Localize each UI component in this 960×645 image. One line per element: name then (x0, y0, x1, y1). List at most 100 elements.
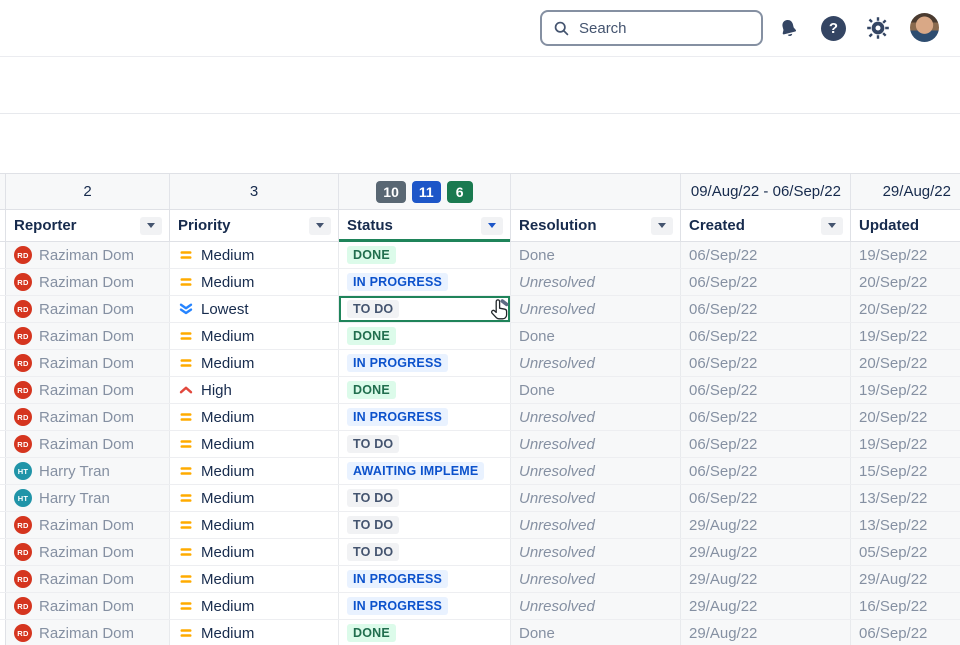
created-cell[interactable]: 06/Sep/22 (681, 458, 851, 484)
status-cell[interactable]: AWAITING IMPLEME (339, 458, 511, 484)
settings-gear-icon[interactable] (866, 16, 890, 40)
updated-cell[interactable]: 05/Sep/22 (851, 539, 960, 565)
reporter-cell[interactable]: RD Raziman Dom (6, 512, 170, 538)
updated-cell[interactable]: 20/Sep/22 (851, 269, 960, 295)
updated-cell[interactable]: 20/Sep/22 (851, 350, 960, 376)
status-cell[interactable]: DONE (339, 242, 511, 268)
filter-button[interactable] (309, 217, 331, 235)
priority-cell[interactable]: Medium (170, 458, 339, 484)
priority-cell[interactable]: Medium (170, 242, 339, 268)
status-cell[interactable]: DONE (339, 620, 511, 645)
reporter-cell[interactable]: HT Harry Tran (6, 485, 170, 511)
resolution-cell[interactable]: Unresolved (511, 404, 681, 430)
created-cell[interactable]: 29/Aug/22 (681, 512, 851, 538)
reporter-cell[interactable]: RD Raziman Dom (6, 350, 170, 376)
priority-cell[interactable]: High (170, 377, 339, 403)
column-header-status[interactable]: Status (339, 210, 511, 241)
global-search-input[interactable]: Search (540, 10, 763, 46)
priority-cell[interactable]: Medium (170, 539, 339, 565)
status-cell[interactable]: DONE (339, 323, 511, 349)
created-cell[interactable]: 29/Aug/22 (681, 620, 851, 645)
resolution-cell[interactable]: Unresolved (511, 512, 681, 538)
reporter-cell[interactable]: RD Raziman Dom (6, 269, 170, 295)
filter-button[interactable] (821, 217, 843, 235)
updated-cell[interactable]: 19/Sep/22 (851, 377, 960, 403)
updated-cell[interactable]: 19/Sep/22 (851, 242, 960, 268)
status-cell[interactable]: IN PROGRESS (339, 269, 511, 295)
reporter-cell[interactable]: HT Harry Tran (6, 458, 170, 484)
status-cell[interactable]: TO DO (339, 512, 511, 538)
resolution-cell[interactable]: Unresolved (511, 350, 681, 376)
priority-cell[interactable]: Medium (170, 431, 339, 457)
filter-button[interactable] (140, 217, 162, 235)
status-cell[interactable]: TO DO (339, 539, 511, 565)
column-header-reporter[interactable]: Reporter (6, 210, 170, 241)
resolution-cell[interactable]: Unresolved (511, 485, 681, 511)
updated-cell[interactable]: 13/Sep/22 (851, 485, 960, 511)
help-icon[interactable]: ? (821, 16, 846, 41)
created-cell[interactable]: 06/Sep/22 (681, 269, 851, 295)
created-cell[interactable]: 06/Sep/22 (681, 242, 851, 268)
resolution-cell[interactable]: Unresolved (511, 539, 681, 565)
status-cell[interactable]: DONE (339, 377, 511, 403)
status-cell[interactable]: IN PROGRESS (339, 404, 511, 430)
reporter-cell[interactable]: RD Raziman Dom (6, 323, 170, 349)
column-header-updated[interactable]: Updated (851, 210, 960, 241)
user-avatar[interactable] (910, 13, 939, 42)
priority-cell[interactable]: Medium (170, 593, 339, 619)
updated-cell[interactable]: 15/Sep/22 (851, 458, 960, 484)
notifications-bell-icon[interactable] (777, 17, 800, 40)
created-cell[interactable]: 06/Sep/22 (681, 485, 851, 511)
updated-cell[interactable]: 16/Sep/22 (851, 593, 960, 619)
column-header-created[interactable]: Created (681, 210, 851, 241)
priority-cell[interactable]: Medium (170, 350, 339, 376)
created-cell[interactable]: 29/Aug/22 (681, 593, 851, 619)
updated-cell[interactable]: 19/Sep/22 (851, 431, 960, 457)
priority-cell[interactable]: Medium (170, 269, 339, 295)
column-header-priority[interactable]: Priority (170, 210, 339, 241)
status-cell[interactable]: IN PROGRESS (339, 350, 511, 376)
filter-button[interactable] (651, 217, 673, 235)
updated-cell[interactable]: 13/Sep/22 (851, 512, 960, 538)
created-cell[interactable]: 29/Aug/22 (681, 539, 851, 565)
created-cell[interactable]: 06/Sep/22 (681, 431, 851, 457)
created-cell[interactable]: 06/Sep/22 (681, 323, 851, 349)
reporter-cell[interactable]: RD Raziman Dom (6, 539, 170, 565)
reporter-cell[interactable]: RD Raziman Dom (6, 566, 170, 592)
created-cell[interactable]: 06/Sep/22 (681, 404, 851, 430)
reporter-cell[interactable]: RD Raziman Dom (6, 377, 170, 403)
priority-cell[interactable]: Medium (170, 620, 339, 645)
status-cell[interactable]: IN PROGRESS (339, 566, 511, 592)
updated-cell[interactable]: 19/Sep/22 (851, 323, 960, 349)
priority-cell[interactable]: Lowest (170, 296, 339, 322)
updated-cell[interactable]: 20/Sep/22 (851, 404, 960, 430)
priority-cell[interactable]: Medium (170, 512, 339, 538)
resolution-cell[interactable]: Unresolved (511, 593, 681, 619)
updated-cell[interactable]: 29/Aug/22 (851, 566, 960, 592)
filter-button[interactable] (481, 217, 503, 235)
resolution-cell[interactable]: Done (511, 620, 681, 645)
status-cell[interactable]: IN PROGRESS (339, 593, 511, 619)
updated-cell[interactable]: 20/Sep/22 (851, 296, 960, 322)
created-cell[interactable]: 06/Sep/22 (681, 350, 851, 376)
reporter-cell[interactable]: RD Raziman Dom (6, 431, 170, 457)
resolution-cell[interactable]: Done (511, 377, 681, 403)
resolution-cell[interactable]: Done (511, 323, 681, 349)
resolution-cell[interactable]: Done (511, 242, 681, 268)
reporter-cell[interactable]: RD Raziman Dom (6, 296, 170, 322)
created-cell[interactable]: 29/Aug/22 (681, 566, 851, 592)
reporter-cell[interactable]: RD Raziman Dom (6, 593, 170, 619)
reporter-cell[interactable]: RD Raziman Dom (6, 242, 170, 268)
column-header-resolution[interactable]: Resolution (511, 210, 681, 241)
resolution-cell[interactable]: Unresolved (511, 566, 681, 592)
resolution-cell[interactable]: Unresolved (511, 296, 681, 322)
reporter-cell[interactable]: RD Raziman Dom (6, 404, 170, 430)
resolution-cell[interactable]: Unresolved (511, 431, 681, 457)
priority-cell[interactable]: Medium (170, 566, 339, 592)
created-cell[interactable]: 06/Sep/22 (681, 296, 851, 322)
resolution-cell[interactable]: Unresolved (511, 458, 681, 484)
priority-cell[interactable]: Medium (170, 485, 339, 511)
priority-cell[interactable]: Medium (170, 404, 339, 430)
resolution-cell[interactable]: Unresolved (511, 269, 681, 295)
updated-cell[interactable]: 06/Sep/22 (851, 620, 960, 645)
